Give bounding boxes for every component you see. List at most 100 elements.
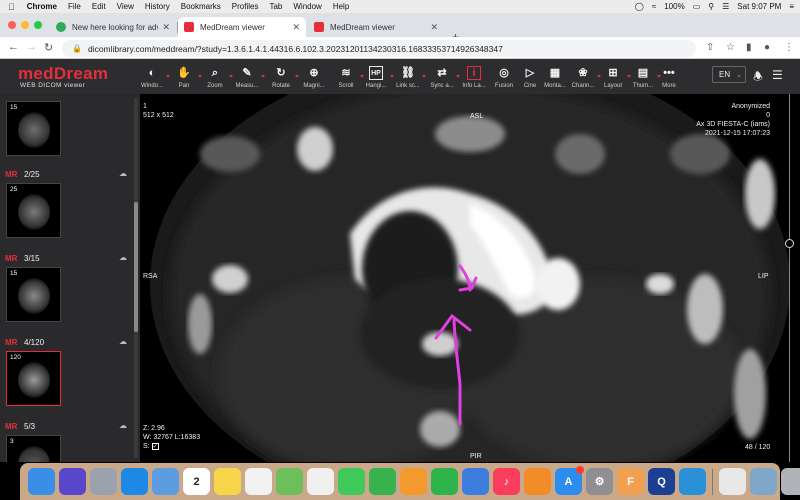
image-viewport[interactable]: 1 512 x 512 Anonymized 0 Ax 3D FIESTA-C … bbox=[140, 94, 800, 462]
menu-bookmarks[interactable]: Bookmarks bbox=[181, 2, 221, 11]
facetime-icon[interactable] bbox=[369, 468, 396, 495]
series-item[interactable]: 15 bbox=[0, 94, 134, 166]
ruler-handle[interactable] bbox=[785, 239, 794, 248]
tool-montage[interactable]: ▦ Monta... bbox=[540, 62, 570, 92]
series-item[interactable]: MR 3/15 ☁ 15 bbox=[0, 253, 134, 334]
battery-percent[interactable]: 100% bbox=[664, 2, 684, 11]
side-panel-icon[interactable]: ▮ bbox=[746, 42, 752, 53]
kebab-menu-icon[interactable]: ⋮ bbox=[784, 42, 794, 53]
battery-icon[interactable]: ▭ bbox=[693, 2, 701, 11]
address-bar[interactable]: 🔒 dicomlibrary.com/meddream/?study=1.3.6… bbox=[62, 40, 696, 57]
back-icon[interactable]: ← bbox=[8, 41, 19, 53]
tool-rotate[interactable]: ↻ Rotate bbox=[266, 62, 299, 92]
dropbox-icon[interactable]: ◯ bbox=[635, 2, 644, 11]
series-item[interactable]: MR 4/120 ☁ 120 bbox=[0, 337, 134, 418]
mri-slice-image[interactable] bbox=[140, 94, 800, 462]
tab-meddream-active[interactable]: MedDream viewer ✕ bbox=[178, 17, 306, 37]
menu-file[interactable]: File bbox=[68, 2, 81, 11]
finder-icon[interactable] bbox=[28, 468, 55, 495]
series-thumbnail[interactable]: 15 bbox=[6, 267, 61, 322]
control-center-icon[interactable]: ☰ bbox=[722, 2, 729, 11]
settings-sliders-icon[interactable]: ☰ bbox=[772, 68, 783, 82]
lock-icon[interactable]: 🔒 bbox=[72, 44, 82, 53]
share-icon[interactable]: ⇧ bbox=[706, 42, 714, 53]
notification-center-icon[interactable]: ≡ bbox=[789, 2, 794, 11]
zoom-window-icon[interactable] bbox=[34, 21, 42, 29]
checkbox-icon[interactable]: ✓ bbox=[151, 442, 159, 450]
tool-magnify[interactable]: ⊕ Magni... bbox=[299, 62, 329, 92]
profile-avatar-icon[interactable]: ● bbox=[764, 42, 770, 53]
menu-help[interactable]: Help bbox=[333, 2, 349, 11]
cloud-download-icon[interactable]: ☁ bbox=[119, 337, 127, 346]
keynote-icon[interactable] bbox=[462, 468, 489, 495]
quicktime-icon[interactable]: Q bbox=[648, 468, 675, 495]
series-item[interactable]: MR 5/3 ☁ 3 bbox=[0, 421, 134, 462]
tool-hanging-protocol[interactable]: HP Hangi... bbox=[361, 62, 394, 92]
menu-history[interactable]: History bbox=[145, 2, 170, 11]
menu-window[interactable]: Window bbox=[293, 2, 321, 11]
music-icon[interactable]: ♪ bbox=[493, 468, 520, 495]
series-thumbnail[interactable]: 120 bbox=[6, 351, 61, 406]
close-tab-icon[interactable]: ✕ bbox=[162, 22, 170, 33]
tool-channels[interactable]: ❀ Chann... bbox=[568, 62, 601, 92]
calendar-icon[interactable]: 2 bbox=[183, 468, 210, 495]
clock[interactable]: Sat 9:07 PM bbox=[737, 2, 781, 11]
preview-icon[interactable] bbox=[750, 468, 777, 495]
network-utility-icon[interactable] bbox=[679, 468, 706, 495]
app-store-icon[interactable]: A bbox=[555, 466, 584, 495]
tool-layout[interactable]: ⊞ Layout bbox=[598, 62, 631, 92]
siri-icon[interactable] bbox=[59, 468, 86, 495]
menu-app-name[interactable]: Chrome bbox=[27, 2, 57, 11]
series-thumbnail[interactable]: 25 bbox=[6, 183, 61, 238]
close-tab-icon[interactable]: ✕ bbox=[292, 22, 300, 33]
tab-meddream[interactable]: MedDream viewer ✕ bbox=[308, 17, 444, 37]
maps-icon[interactable] bbox=[276, 468, 303, 495]
close-tab-icon[interactable]: ✕ bbox=[430, 22, 438, 33]
series-scrollbar-thumb[interactable] bbox=[134, 202, 138, 332]
minimize-window-icon[interactable] bbox=[21, 21, 29, 29]
language-select[interactable]: EN ⌄ bbox=[712, 66, 746, 83]
tool-more[interactable]: ••• More bbox=[654, 62, 684, 92]
search-icon[interactable]: ⚲ bbox=[708, 2, 714, 11]
tool-ruler[interactable]: ✎ Measu... bbox=[232, 62, 265, 92]
trash-icon[interactable] bbox=[781, 468, 800, 495]
system-preferences-icon[interactable]: ⚙ bbox=[586, 468, 613, 495]
dropdown-caret-icon[interactable] bbox=[261, 75, 265, 78]
tool-sync[interactable]: ⇄ Sync a... bbox=[427, 62, 460, 92]
photos-icon[interactable] bbox=[307, 468, 334, 495]
notes-icon[interactable] bbox=[214, 468, 241, 495]
bookmark-star-icon[interactable]: ☆ bbox=[726, 42, 735, 53]
messages-icon[interactable] bbox=[338, 468, 365, 495]
tool-link[interactable]: ⛓ Link sc... bbox=[393, 62, 426, 92]
safari-icon[interactable] bbox=[121, 468, 148, 495]
series-thumbnail[interactable]: 3 bbox=[6, 435, 61, 462]
menu-profiles[interactable]: Profiles bbox=[232, 2, 259, 11]
reminders-icon[interactable] bbox=[245, 468, 272, 495]
launchpad-icon[interactable] bbox=[90, 468, 117, 495]
menu-edit[interactable]: Edit bbox=[92, 2, 106, 11]
apple-menu-icon[interactable]:  bbox=[8, 2, 15, 12]
cloud-download-icon[interactable]: ☁ bbox=[119, 253, 127, 262]
cloud-download-icon[interactable]: ☁ bbox=[119, 169, 127, 178]
cloud-download-icon[interactable]: ☁ bbox=[119, 421, 127, 430]
notifications-bell-icon[interactable]: 🕭 bbox=[753, 68, 763, 87]
reload-icon[interactable]: ↻ bbox=[44, 41, 53, 54]
tab-reddit[interactable]: New here looking for advice a ✕ bbox=[50, 17, 176, 37]
tool-zoom[interactable]: ⌕ Zoom bbox=[200, 62, 233, 92]
books-icon[interactable] bbox=[524, 468, 551, 495]
menu-view[interactable]: View bbox=[117, 2, 134, 11]
series-thumbnail[interactable]: 15 bbox=[6, 101, 61, 156]
close-window-icon[interactable] bbox=[8, 21, 16, 29]
mail-icon[interactable] bbox=[152, 468, 179, 495]
fontbook-icon[interactable]: F bbox=[617, 468, 644, 495]
chrome-icon[interactable] bbox=[719, 468, 746, 495]
tool-info[interactable]: i Info La... bbox=[459, 62, 489, 92]
tool-contrast[interactable]: ◐ Windo... bbox=[137, 62, 170, 92]
tool-layers[interactable]: ≋ Scroll bbox=[331, 62, 364, 92]
wifi-icon[interactable]: ≈ bbox=[652, 2, 656, 11]
tool-hand[interactable]: ✋ Pan bbox=[169, 62, 202, 92]
forward-icon[interactable]: → bbox=[26, 41, 37, 53]
numbers-icon[interactable] bbox=[431, 468, 458, 495]
menu-tab[interactable]: Tab bbox=[269, 2, 282, 11]
series-item[interactable]: MR 2/25 ☁ 25 bbox=[0, 169, 134, 250]
